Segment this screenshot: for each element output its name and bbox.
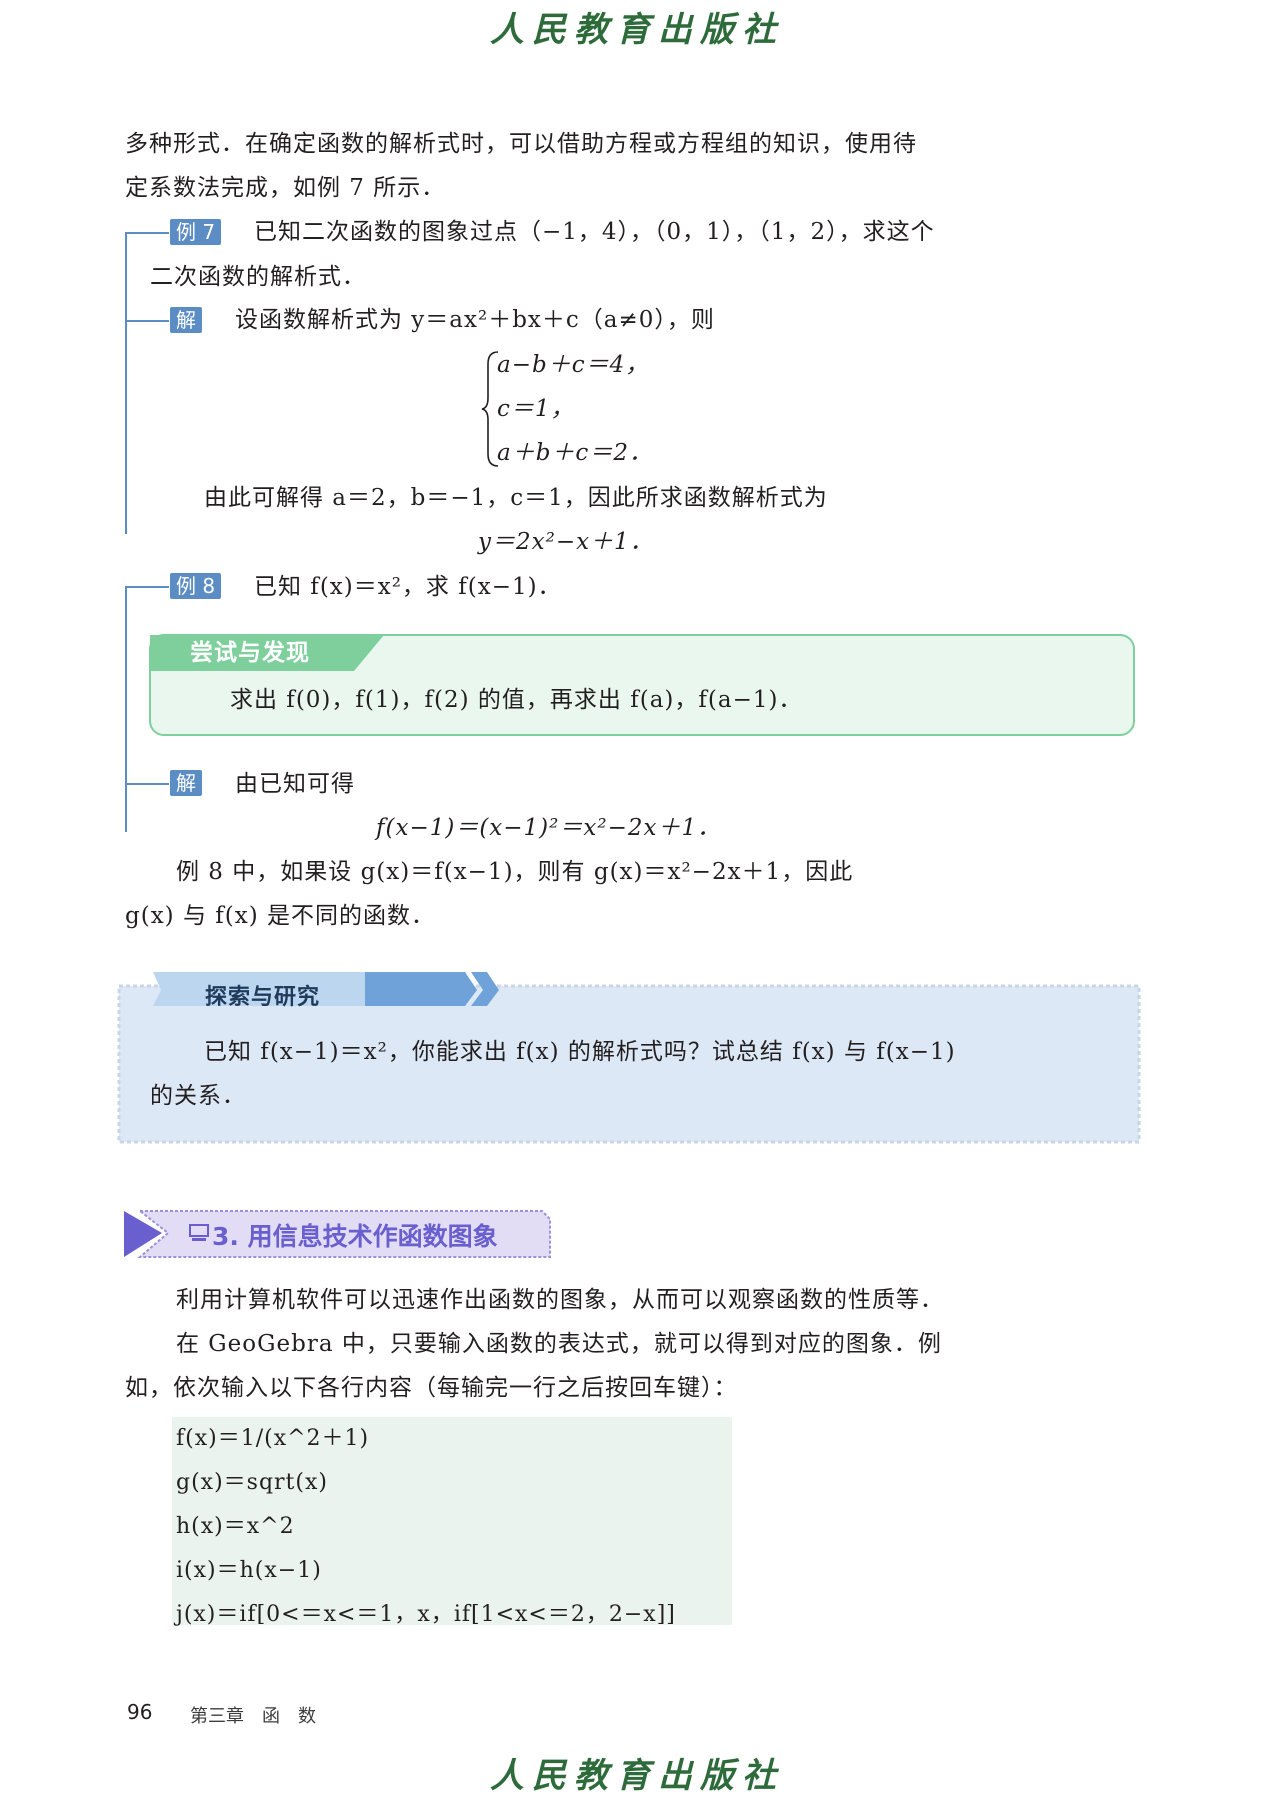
example7-connector [125,232,169,234]
header-publisher-logo: 人民教育出版社 [490,10,784,50]
try-discover-text: 求出 f(0)，f(1)，f(2) 的值，再求出 f(a)，f(a−1)． [230,687,803,713]
example7-result-line: 由此可解得 a＝2，b＝−1，c＝1，因此所求函数解析式为 [204,485,828,511]
explore-title: 探索与研究 [205,985,321,1010]
example8-solution-tag: 解 [170,770,202,796]
code-line-4: i(x)＝h(x−1) [176,1558,322,1583]
example7-solution-line-1: 设函数解析式为 y＝ax²＋bx＋c（a≠0），则 [235,307,715,333]
example7-solution-connector [125,320,169,322]
example7-line-2: 二次函数的解析式． [150,264,366,290]
example7-tag: 例 7 [170,219,222,245]
section3-paragraph-1: 利用计算机软件可以迅速作出函数的图象，从而可以观察函数的性质等． [176,1287,944,1313]
example7-result-formula: y＝2x²−x＋1． [478,529,654,555]
intro-line-1: 多种形式．在确定函数的解析式时，可以借助方程或方程组的知识，使用待 [125,131,917,157]
example8-bracket [125,586,127,832]
example8-solution-connector [125,783,169,785]
system-equation-1: a−b＋c＝4， [497,352,650,378]
computer-icon [188,1223,210,1241]
chapter-label: 第三章 函 数 [190,1706,316,1727]
example8-solution-line-1: 由已知可得 [235,771,355,797]
try-discover-title: 尝试与发现 [190,640,310,666]
code-line-1: f(x)＝1/(x^2＋1) [176,1426,370,1451]
example8-note-line-2: g(x) 与 f(x) 是不同的函数． [125,903,436,929]
example8-tag: 例 8 [170,573,222,599]
section3-paragraph-2a: 在 GeoGebra 中，只要输入函数的表达式，就可以得到对应的图象．例 [176,1331,942,1357]
example7-solution-tag: 解 [170,307,202,333]
system-equation-3: a＋b＋c＝2． [497,440,653,466]
example8-solution-formula: f(x−1)＝(x−1)²＝x²−2x＋1． [376,815,722,841]
footer-publisher-logo: 人民教育出版社 [490,1756,784,1796]
intro-line-2: 定系数法完成，如例 7 所示． [125,175,446,201]
example7-bracket [125,232,127,534]
system-equation-2: c＝1， [497,396,575,422]
section3-paragraph-2b: 如，依次输入以下各行内容（每输完一行之后按回车键）： [125,1375,738,1401]
example7-line-1: 已知二次函数的图象过点（−1，4），（0，1），（1，2），求这个 [254,219,935,245]
code-line-2: g(x)＝sqrt(x) [176,1470,328,1495]
code-line-3: h(x)＝x^2 [176,1514,295,1539]
code-line-5: j(x)＝if[0<＝x<＝1，x，if[1<x<＝2，2−x]] [176,1602,676,1627]
section3-title: 3. 用信息技术作函数图象 [212,1222,498,1251]
example8-line-1: 已知 f(x)＝x²，求 f(x−1)． [254,574,562,600]
explore-line-2: 的关系． [150,1083,246,1109]
example8-connector [125,586,169,588]
example8-note-line-1: 例 8 中，如果设 g(x)＝f(x−1)，则有 g(x)＝x²−2x＋1，因此 [176,859,854,885]
page-number: 96 [127,1700,153,1724]
explore-line-1: 已知 f(x−1)＝x²，你能求出 f(x) 的解析式吗？试总结 f(x) 与 … [204,1039,956,1065]
